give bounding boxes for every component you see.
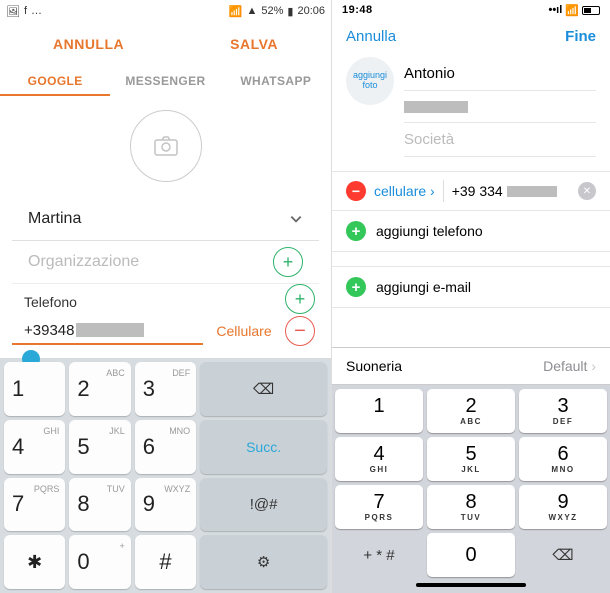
add-phone-row[interactable]: + aggiungi telefono: [332, 211, 610, 252]
key-4[interactable]: 4GHI: [4, 420, 65, 474]
key-symbols[interactable]: !@#: [200, 478, 327, 532]
gear-icon: ⚙: [257, 553, 270, 571]
plus-icon: +: [346, 221, 366, 241]
keypad: 1 2ABC 3DEF 4GHI 5JKL 6MNO 7PQRS 8TUV 9W…: [332, 385, 610, 593]
status-bar: 🖼 f … 📶 ▲ 52% ▮ 20:06: [0, 0, 331, 22]
key-0[interactable]: 0+: [69, 535, 130, 589]
last-name-input[interactable]: [404, 91, 596, 123]
phone-type-selector[interactable]: Cellulare: [213, 323, 275, 339]
redacted: [507, 186, 557, 197]
backspace-icon: ⌫: [253, 380, 274, 398]
ringtone-label: Suoneria: [346, 358, 402, 374]
key-6[interactable]: 6MNO: [519, 437, 607, 481]
phone-value: +39348: [24, 322, 74, 339]
nav-bar: Annulla Fine: [332, 20, 610, 53]
plus-icon: +: [346, 277, 366, 297]
android-contact-editor: 🖼 f … 📶 ▲ 52% ▮ 20:06 ANNULLA SALVA GOOG…: [0, 0, 332, 593]
key-3[interactable]: 3DEF: [519, 389, 607, 433]
more-icon: …: [31, 5, 42, 17]
save-button[interactable]: SALVA: [230, 36, 278, 52]
key-4[interactable]: 4GHI: [335, 437, 423, 481]
ios-contact-editor: 19:48 ••ıl 📶 Annulla Fine aggiungi foto …: [332, 0, 610, 593]
phone-input[interactable]: +39348: [12, 318, 203, 345]
contact-header: aggiungi foto Antonio Società: [332, 53, 610, 157]
redacted: [404, 101, 468, 113]
account-tabs: GOOGLE MESSENGER WHATSAPP: [0, 66, 331, 96]
key-symbols[interactable]: + * #: [335, 533, 423, 577]
home-indicator[interactable]: [416, 583, 526, 587]
key-9[interactable]: 9WXYZ: [135, 478, 196, 532]
phone-type-selector[interactable]: cellulare ›: [374, 183, 435, 199]
add-photo-button[interactable]: aggiungi foto: [346, 57, 394, 105]
chevron-right-icon: ›: [591, 358, 596, 374]
time-text: 20:06: [297, 5, 325, 17]
signal-icon: ••ıl: [548, 4, 562, 16]
key-0[interactable]: 0: [427, 533, 515, 577]
top-bar: ANNULLA SALVA: [0, 22, 331, 66]
key-backspace[interactable]: ⌫: [519, 533, 607, 577]
key-7[interactable]: 7PQRS: [335, 485, 423, 529]
gallery-icon: 🖼: [6, 5, 20, 18]
key-star[interactable]: ✱: [4, 535, 65, 589]
tab-google[interactable]: GOOGLE: [0, 66, 110, 96]
battery-text: 52%: [261, 5, 283, 17]
phone-row: +39348 Cellulare −: [0, 314, 331, 352]
chevron-down-icon[interactable]: [289, 212, 303, 226]
key-1[interactable]: 1: [4, 362, 65, 416]
add-photo-button[interactable]: [130, 110, 202, 182]
key-2[interactable]: 2ABC: [427, 389, 515, 433]
organization-field[interactable]: Organizzazione +: [12, 241, 319, 284]
ringtone-row[interactable]: Suoneria Default ›: [332, 347, 610, 385]
add-phone-label: aggiungi telefono: [376, 223, 483, 239]
time-text: 19:48: [342, 4, 373, 16]
key-3[interactable]: 3DEF: [135, 362, 196, 416]
key-hash[interactable]: #: [135, 535, 196, 589]
separator: [443, 180, 444, 202]
remove-phone-button[interactable]: −: [285, 316, 315, 346]
key-6[interactable]: 6MNO: [135, 420, 196, 474]
add-email-row[interactable]: + aggiungi e-mail: [332, 266, 610, 308]
ringtone-value: Default: [543, 358, 587, 374]
key-8[interactable]: 8TUV: [427, 485, 515, 529]
done-button[interactable]: Fine: [565, 28, 596, 45]
wifi-icon: 📶: [229, 5, 243, 18]
backspace-icon: ⌫: [552, 546, 573, 564]
cancel-button[interactable]: Annulla: [346, 28, 396, 45]
facebook-icon: f: [24, 5, 27, 17]
remove-phone-button[interactable]: −: [346, 181, 366, 201]
status-bar: 19:48 ••ıl 📶: [332, 0, 610, 20]
key-backspace[interactable]: ⌫: [200, 362, 327, 416]
wifi-icon: 📶: [565, 4, 579, 17]
name-input[interactable]: Martina: [28, 204, 289, 234]
key-5[interactable]: 5JKL: [69, 420, 130, 474]
add-organization-button[interactable]: +: [273, 247, 303, 277]
first-name-input[interactable]: Antonio: [404, 57, 596, 91]
phone-input[interactable]: +39 334: [452, 183, 557, 199]
tab-messenger[interactable]: MESSENGER: [110, 66, 220, 96]
tab-whatsapp[interactable]: WHATSAPP: [221, 66, 331, 96]
key-2[interactable]: 2ABC: [69, 362, 130, 416]
keypad: 1 2ABC 3DEF ⌫ 4GHI 5JKL 6MNO Succ. 7PQRS…: [0, 358, 331, 593]
redacted: [76, 323, 144, 337]
key-next[interactable]: Succ.: [200, 420, 327, 474]
phone-section-label: Telefono: [0, 290, 275, 312]
key-5[interactable]: 5JKL: [427, 437, 515, 481]
name-field[interactable]: Martina: [12, 198, 319, 241]
company-input[interactable]: Società: [404, 123, 596, 157]
add-phone-button[interactable]: +: [285, 284, 315, 314]
key-7[interactable]: 7PQRS: [4, 478, 65, 532]
battery-icon: ▮: [287, 5, 293, 18]
key-8[interactable]: 8TUV: [69, 478, 130, 532]
battery-icon: [582, 6, 600, 15]
add-email-label: aggiungi e-mail: [376, 279, 471, 295]
signal-icon: ▲: [246, 5, 257, 17]
organization-input[interactable]: Organizzazione: [28, 247, 263, 277]
key-1[interactable]: 1: [335, 389, 423, 433]
key-9[interactable]: 9WXYZ: [519, 485, 607, 529]
phone-row: − cellulare › +39 334 ✕: [332, 171, 610, 211]
key-settings[interactable]: ⚙: [200, 535, 327, 589]
cancel-button[interactable]: ANNULLA: [53, 36, 124, 52]
clear-button[interactable]: ✕: [578, 182, 596, 200]
camera-icon: [153, 136, 179, 156]
